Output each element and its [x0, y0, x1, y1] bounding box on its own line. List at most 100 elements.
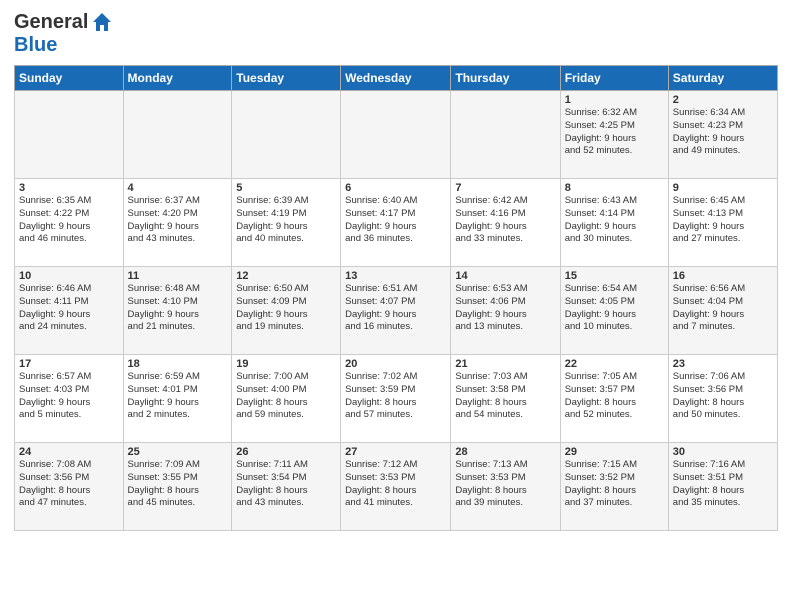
- calendar-cell: 23Sunrise: 7:06 AMSunset: 3:56 PMDayligh…: [668, 355, 777, 443]
- calendar-cell: 26Sunrise: 7:11 AMSunset: 3:54 PMDayligh…: [232, 443, 341, 531]
- day-number: 20: [345, 358, 446, 370]
- calendar-header-monday: Monday: [123, 66, 232, 91]
- day-info: Sunrise: 7:12 AMSunset: 3:53 PMDaylight:…: [345, 459, 446, 510]
- calendar-header-friday: Friday: [560, 66, 668, 91]
- calendar-cell: 2Sunrise: 6:34 AMSunset: 4:23 PMDaylight…: [668, 91, 777, 179]
- calendar-cell: 22Sunrise: 7:05 AMSunset: 3:57 PMDayligh…: [560, 355, 668, 443]
- day-info: Sunrise: 6:48 AMSunset: 4:10 PMDaylight:…: [128, 283, 228, 334]
- day-number: 17: [19, 358, 119, 370]
- day-info: Sunrise: 6:57 AMSunset: 4:03 PMDaylight:…: [19, 371, 119, 422]
- day-info: Sunrise: 6:43 AMSunset: 4:14 PMDaylight:…: [565, 195, 664, 246]
- calendar-week-3: 17Sunrise: 6:57 AMSunset: 4:03 PMDayligh…: [15, 355, 778, 443]
- day-info: Sunrise: 7:11 AMSunset: 3:54 PMDaylight:…: [236, 459, 336, 510]
- day-number: 11: [128, 270, 228, 282]
- day-info: Sunrise: 6:53 AMSunset: 4:06 PMDaylight:…: [455, 283, 555, 334]
- calendar-cell: 20Sunrise: 7:02 AMSunset: 3:59 PMDayligh…: [341, 355, 451, 443]
- day-number: 19: [236, 358, 336, 370]
- calendar-cell: [451, 91, 560, 179]
- day-number: 16: [673, 270, 773, 282]
- day-info: Sunrise: 7:00 AMSunset: 4:00 PMDaylight:…: [236, 371, 336, 422]
- calendar-week-4: 24Sunrise: 7:08 AMSunset: 3:56 PMDayligh…: [15, 443, 778, 531]
- day-info: Sunrise: 6:46 AMSunset: 4:11 PMDaylight:…: [19, 283, 119, 334]
- day-number: 7: [455, 182, 555, 194]
- calendar-cell: [341, 91, 451, 179]
- day-info: Sunrise: 6:34 AMSunset: 4:23 PMDaylight:…: [673, 107, 773, 158]
- calendar-week-2: 10Sunrise: 6:46 AMSunset: 4:11 PMDayligh…: [15, 267, 778, 355]
- calendar-cell: 25Sunrise: 7:09 AMSunset: 3:55 PMDayligh…: [123, 443, 232, 531]
- day-info: Sunrise: 6:42 AMSunset: 4:16 PMDaylight:…: [455, 195, 555, 246]
- day-number: 22: [565, 358, 664, 370]
- day-number: 25: [128, 446, 228, 458]
- day-info: Sunrise: 6:45 AMSunset: 4:13 PMDaylight:…: [673, 195, 773, 246]
- day-number: 6: [345, 182, 446, 194]
- day-number: 4: [128, 182, 228, 194]
- day-info: Sunrise: 6:32 AMSunset: 4:25 PMDaylight:…: [565, 107, 664, 158]
- day-info: Sunrise: 7:03 AMSunset: 3:58 PMDaylight:…: [455, 371, 555, 422]
- day-number: 15: [565, 270, 664, 282]
- day-info: Sunrise: 7:08 AMSunset: 3:56 PMDaylight:…: [19, 459, 119, 510]
- day-number: 14: [455, 270, 555, 282]
- calendar-cell: 13Sunrise: 6:51 AMSunset: 4:07 PMDayligh…: [341, 267, 451, 355]
- calendar-cell: 4Sunrise: 6:37 AMSunset: 4:20 PMDaylight…: [123, 179, 232, 267]
- logo-blue: Blue: [14, 34, 57, 57]
- day-info: Sunrise: 6:39 AMSunset: 4:19 PMDaylight:…: [236, 195, 336, 246]
- calendar-cell: 21Sunrise: 7:03 AMSunset: 3:58 PMDayligh…: [451, 355, 560, 443]
- calendar-header-wednesday: Wednesday: [341, 66, 451, 91]
- calendar-cell: [232, 91, 341, 179]
- calendar-cell: 6Sunrise: 6:40 AMSunset: 4:17 PMDaylight…: [341, 179, 451, 267]
- calendar-cell: 1Sunrise: 6:32 AMSunset: 4:25 PMDaylight…: [560, 91, 668, 179]
- day-info: Sunrise: 7:02 AMSunset: 3:59 PMDaylight:…: [345, 371, 446, 422]
- day-info: Sunrise: 6:50 AMSunset: 4:09 PMDaylight:…: [236, 283, 336, 334]
- calendar-header-row: SundayMondayTuesdayWednesdayThursdayFrid…: [15, 66, 778, 91]
- calendar-header-saturday: Saturday: [668, 66, 777, 91]
- calendar-cell: 8Sunrise: 6:43 AMSunset: 4:14 PMDaylight…: [560, 179, 668, 267]
- calendar-week-1: 3Sunrise: 6:35 AMSunset: 4:22 PMDaylight…: [15, 179, 778, 267]
- day-number: 28: [455, 446, 555, 458]
- calendar-cell: 14Sunrise: 6:53 AMSunset: 4:06 PMDayligh…: [451, 267, 560, 355]
- page: GeneralBlue SundayMondayTuesdayWednesday…: [0, 0, 792, 612]
- day-number: 27: [345, 446, 446, 458]
- calendar-cell: 3Sunrise: 6:35 AMSunset: 4:22 PMDaylight…: [15, 179, 124, 267]
- day-number: 10: [19, 270, 119, 282]
- logo-icon: [90, 10, 114, 34]
- day-number: 2: [673, 94, 773, 106]
- day-number: 29: [565, 446, 664, 458]
- day-number: 5: [236, 182, 336, 194]
- calendar-cell: 11Sunrise: 6:48 AMSunset: 4:10 PMDayligh…: [123, 267, 232, 355]
- day-number: 13: [345, 270, 446, 282]
- calendar-cell: [123, 91, 232, 179]
- calendar-cell: 30Sunrise: 7:16 AMSunset: 3:51 PMDayligh…: [668, 443, 777, 531]
- day-info: Sunrise: 7:06 AMSunset: 3:56 PMDaylight:…: [673, 371, 773, 422]
- day-number: 30: [673, 446, 773, 458]
- calendar-cell: 10Sunrise: 6:46 AMSunset: 4:11 PMDayligh…: [15, 267, 124, 355]
- calendar-cell: 28Sunrise: 7:13 AMSunset: 3:53 PMDayligh…: [451, 443, 560, 531]
- day-number: 8: [565, 182, 664, 194]
- calendar-cell: 7Sunrise: 6:42 AMSunset: 4:16 PMDaylight…: [451, 179, 560, 267]
- calendar-cell: 5Sunrise: 6:39 AMSunset: 4:19 PMDaylight…: [232, 179, 341, 267]
- day-info: Sunrise: 6:56 AMSunset: 4:04 PMDaylight:…: [673, 283, 773, 334]
- calendar-header-thursday: Thursday: [451, 66, 560, 91]
- calendar-cell: 29Sunrise: 7:15 AMSunset: 3:52 PMDayligh…: [560, 443, 668, 531]
- calendar-cell: 27Sunrise: 7:12 AMSunset: 3:53 PMDayligh…: [341, 443, 451, 531]
- calendar-cell: 19Sunrise: 7:00 AMSunset: 4:00 PMDayligh…: [232, 355, 341, 443]
- calendar-cell: 24Sunrise: 7:08 AMSunset: 3:56 PMDayligh…: [15, 443, 124, 531]
- day-number: 26: [236, 446, 336, 458]
- header: GeneralBlue: [14, 10, 778, 57]
- calendar-cell: 9Sunrise: 6:45 AMSunset: 4:13 PMDaylight…: [668, 179, 777, 267]
- day-number: 21: [455, 358, 555, 370]
- day-info: Sunrise: 6:35 AMSunset: 4:22 PMDaylight:…: [19, 195, 119, 246]
- logo-text: GeneralBlue: [14, 10, 114, 57]
- logo: GeneralBlue: [14, 10, 114, 57]
- day-number: 1: [565, 94, 664, 106]
- day-info: Sunrise: 7:09 AMSunset: 3:55 PMDaylight:…: [128, 459, 228, 510]
- calendar-cell: 12Sunrise: 6:50 AMSunset: 4:09 PMDayligh…: [232, 267, 341, 355]
- day-info: Sunrise: 7:15 AMSunset: 3:52 PMDaylight:…: [565, 459, 664, 510]
- calendar-cell: 18Sunrise: 6:59 AMSunset: 4:01 PMDayligh…: [123, 355, 232, 443]
- calendar-week-0: 1Sunrise: 6:32 AMSunset: 4:25 PMDaylight…: [15, 91, 778, 179]
- day-number: 23: [673, 358, 773, 370]
- calendar-cell: 17Sunrise: 6:57 AMSunset: 4:03 PMDayligh…: [15, 355, 124, 443]
- day-number: 12: [236, 270, 336, 282]
- day-info: Sunrise: 6:37 AMSunset: 4:20 PMDaylight:…: [128, 195, 228, 246]
- day-number: 9: [673, 182, 773, 194]
- calendar-table: SundayMondayTuesdayWednesdayThursdayFrid…: [14, 65, 778, 531]
